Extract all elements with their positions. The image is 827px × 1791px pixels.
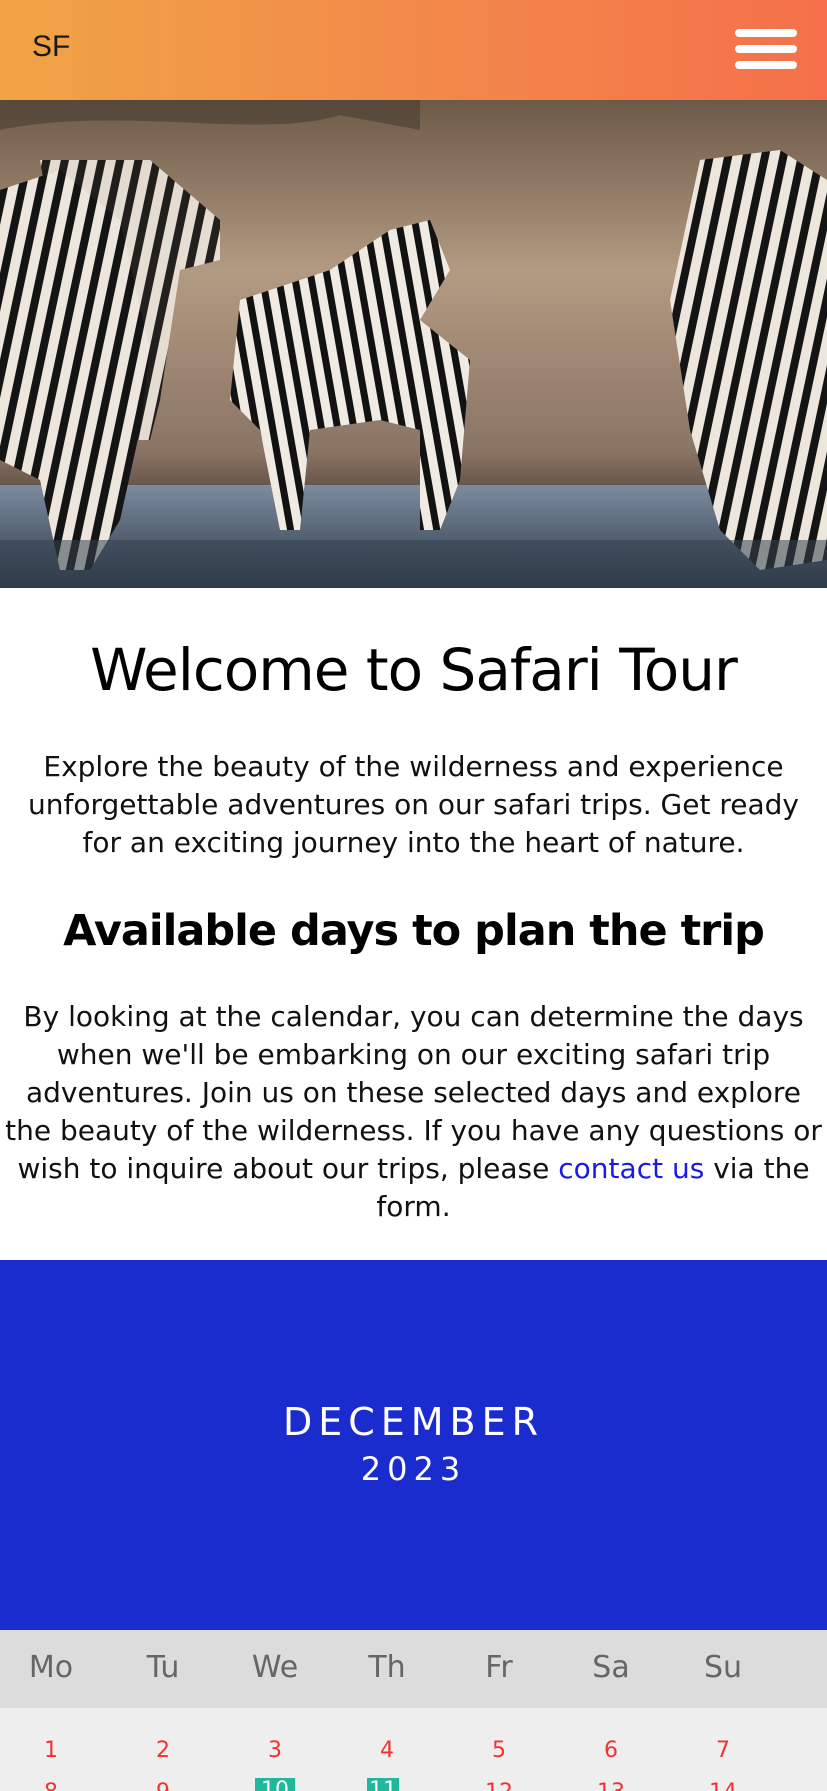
page-title: Welcome to Safari Tour	[90, 636, 738, 704]
weekday-th: Th	[368, 1650, 406, 1685]
menu-bar-line	[735, 61, 797, 69]
calendar-day[interactable]: 8	[31, 1780, 71, 1791]
main-content: Welcome to Safari Tour Explore the beaut…	[0, 588, 827, 1260]
calendar-day[interactable]: 6	[591, 1738, 631, 1763]
weekday-mo: Mo	[28, 1650, 74, 1685]
calendar-day[interactable]: 13	[591, 1780, 631, 1791]
calendar-day[interactable]: 3	[255, 1738, 295, 1763]
menu-bar-line	[735, 45, 797, 53]
calendar-day[interactable]: 9	[143, 1780, 183, 1791]
calendar-day[interactable]: 7	[703, 1738, 743, 1763]
menu-bar-line	[735, 29, 797, 37]
availability-text: By looking at the calendar, you can dete…	[4, 998, 823, 1226]
calendar-header: DECEMBER 2023	[0, 1260, 827, 1630]
intro-text: Explore the beauty of the wilderness and…	[28, 750, 799, 859]
weekday-we: We	[251, 1650, 299, 1685]
calendar-day[interactable]: 1	[31, 1738, 71, 1763]
calendar-day[interactable]: 14	[703, 1780, 743, 1791]
weekday-tu: Tu	[146, 1650, 180, 1685]
weekday-sa: Sa	[592, 1650, 630, 1685]
calendar-day-highlighted[interactable]: 10	[255, 1778, 295, 1791]
calendar-month: DECEMBER	[282, 1400, 545, 1444]
calendar-weekdays: Mo Tu We Th Fr Sa Su	[0, 1630, 827, 1708]
calendar-day[interactable]: 12	[479, 1780, 519, 1791]
hero-image	[0, 100, 827, 588]
hamburger-menu-icon[interactable]	[735, 27, 797, 73]
top-nav-bar: SF	[0, 0, 827, 100]
site-logo[interactable]: SF	[32, 30, 70, 64]
calendar-day-highlighted[interactable]: 11	[367, 1778, 399, 1791]
section-title: Available days to plan the trip	[63, 906, 765, 956]
calendar-day[interactable]: 2	[143, 1738, 183, 1763]
calendar-days: 1 2 3 4 5 6 7 8 9 10 11 12 13 14	[0, 1708, 827, 1791]
calendar-day[interactable]: 4	[367, 1738, 407, 1763]
calendar-year: 2023	[360, 1450, 467, 1488]
calendar-day[interactable]: 5	[479, 1738, 519, 1763]
weekday-su: Su	[703, 1650, 743, 1685]
contact-us-link[interactable]: contact us	[558, 1152, 704, 1185]
weekday-fr: Fr	[485, 1650, 513, 1685]
